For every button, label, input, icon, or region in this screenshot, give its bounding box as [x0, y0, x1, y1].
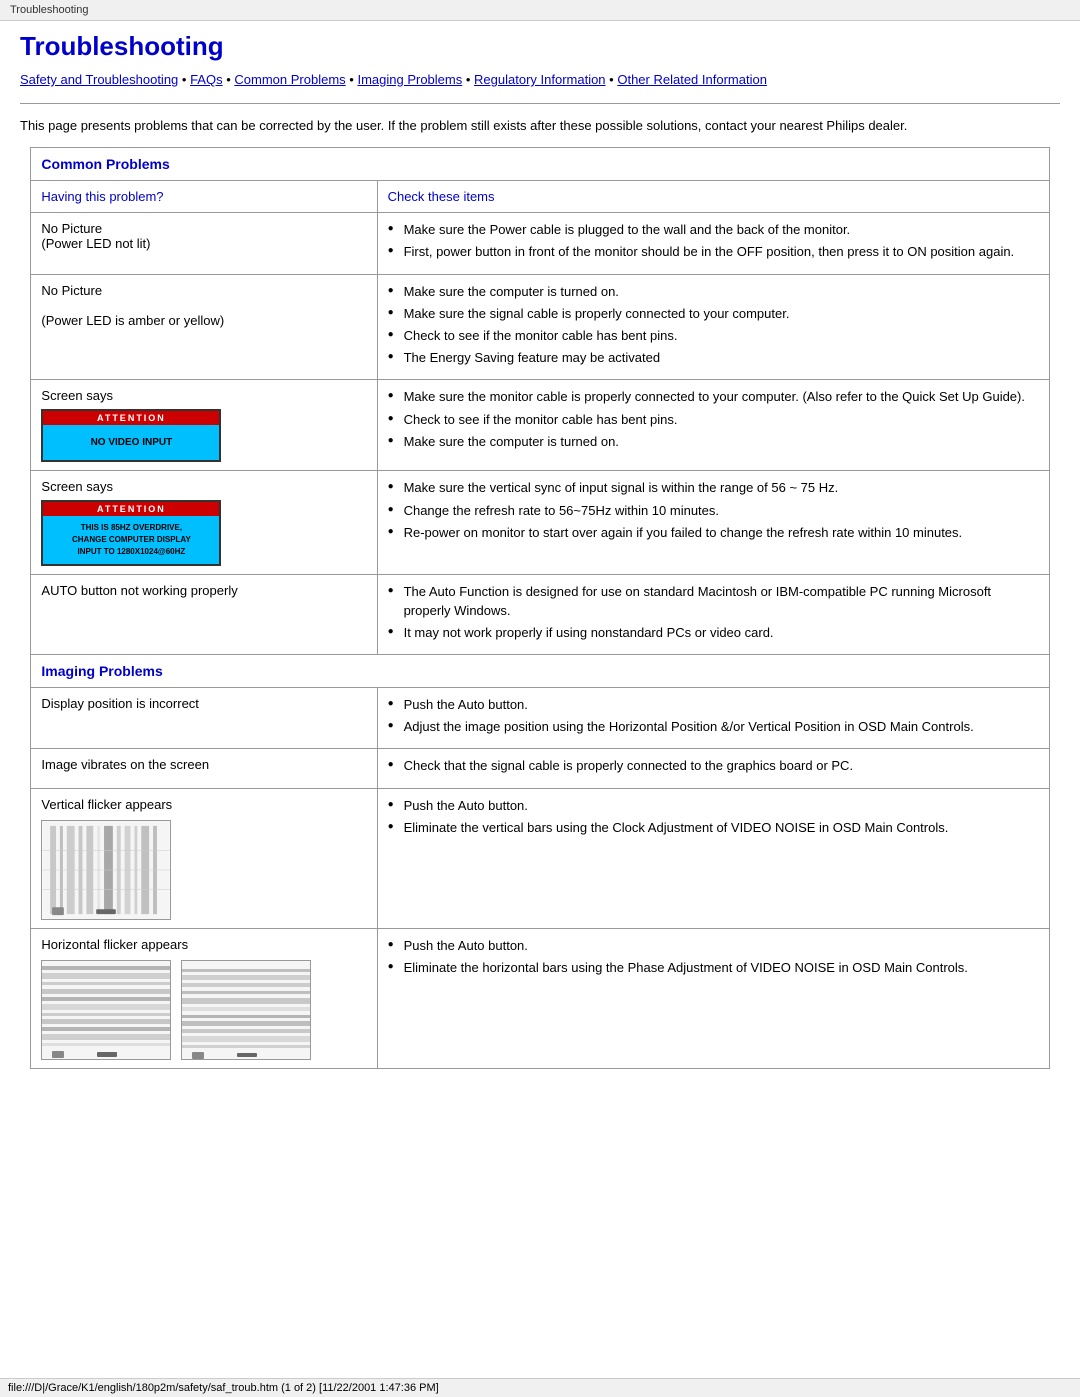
- check-list: Make sure the computer is turned on. Mak…: [388, 283, 1039, 368]
- problem-cell: No Picture(Power LED is amber or yellow): [31, 274, 377, 380]
- page-title: Troubleshooting: [20, 31, 1060, 62]
- problem-cell: Image vibrates on the screen: [31, 749, 377, 788]
- check-cell: Push the Auto button. Eliminate the hori…: [377, 928, 1049, 1068]
- list-item: Eliminate the horizontal bars using the …: [388, 959, 1039, 977]
- table-row: Display position is incorrect Push the A…: [31, 687, 1049, 748]
- check-cell: The Auto Function is designed for use on…: [377, 575, 1049, 655]
- table-row: AUTO button not working properly The Aut…: [31, 575, 1049, 655]
- breadcrumb-link-regulatory[interactable]: Regulatory Information: [474, 72, 606, 87]
- list-item: The Auto Function is designed for use on…: [388, 583, 1039, 619]
- check-cell: Make sure the computer is turned on. Mak…: [377, 274, 1049, 380]
- intro-text: This page presents problems that can be …: [20, 116, 1060, 136]
- problem-cell: Display position is incorrect: [31, 687, 377, 748]
- breadcrumb: Safety and Troubleshooting • FAQs • Comm…: [20, 70, 1060, 91]
- content-area: Troubleshooting Safety and Troubleshooti…: [0, 21, 1080, 1129]
- vertical-flicker-image: [41, 820, 171, 920]
- list-item: Make sure the monitor cable is properly …: [388, 388, 1039, 406]
- attention-header-overdrive: ATTENTION: [43, 502, 219, 516]
- attention-box-overdrive: ATTENTION THIS IS 85HZ OVERDRIVE,CHANGE …: [41, 500, 221, 566]
- check-list: Check that the signal cable is properly …: [388, 757, 1039, 775]
- table-row: Vertical flicker appears: [31, 788, 1049, 928]
- problem-title: Screen says: [41, 388, 113, 403]
- table-row: No Picture(Power LED not lit) Make sure …: [31, 213, 1049, 274]
- attention-body-overdrive: THIS IS 85HZ OVERDRIVE,CHANGE COMPUTER D…: [43, 516, 219, 564]
- divider: [20, 103, 1060, 104]
- problem-cell: Screen says ATTENTION THIS IS 85HZ OVERD…: [31, 471, 377, 575]
- horizontal-flicker-images: [41, 960, 366, 1060]
- list-item: Make sure the vertical sync of input sig…: [388, 479, 1039, 497]
- check-list: Make sure the monitor cable is properly …: [388, 388, 1039, 451]
- breadcrumb-link-safety[interactable]: Safety and Troubleshooting: [20, 72, 178, 87]
- breadcrumb-link-faqs[interactable]: FAQs: [190, 72, 223, 87]
- table-row: Screen says ATTENTION NO VIDEO INPUT Mak…: [31, 380, 1049, 471]
- breadcrumb-link-other[interactable]: Other Related Information: [617, 72, 767, 87]
- common-problems-header-cell: Common Problems: [31, 148, 1049, 181]
- check-list: Make sure the Power cable is plugged to …: [388, 221, 1039, 261]
- list-item: Check to see if the monitor cable has be…: [388, 327, 1039, 345]
- list-item: Eliminate the vertical bars using the Cl…: [388, 819, 1039, 837]
- breadcrumb-link-common[interactable]: Common Problems: [234, 72, 345, 87]
- check-list: Push the Auto button. Eliminate the hori…: [388, 937, 1039, 977]
- problem-cell: AUTO button not working properly: [31, 575, 377, 655]
- check-cell: Make sure the monitor cable is properly …: [377, 380, 1049, 471]
- problem-cell: Vertical flicker appears: [31, 788, 377, 928]
- problem-col-header: Having this problem?: [31, 181, 377, 213]
- imaging-problems-section-title: Imaging Problems: [41, 663, 162, 679]
- status-bar: file:///D|/Grace/K1/english/180p2m/safet…: [0, 1378, 1080, 1397]
- attention-box-no-video: ATTENTION NO VIDEO INPUT: [41, 409, 221, 462]
- list-item: Push the Auto button.: [388, 937, 1039, 955]
- problem-title: Screen says: [41, 479, 113, 494]
- check-list: Push the Auto button. Adjust the image p…: [388, 696, 1039, 736]
- problem-cell: Horizontal flicker appears: [31, 928, 377, 1068]
- check-cell: Make sure the vertical sync of input sig…: [377, 471, 1049, 575]
- list-item: Push the Auto button.: [388, 696, 1039, 714]
- list-item: Re-power on monitor to start over again …: [388, 524, 1039, 542]
- check-cell: Make sure the Power cable is plugged to …: [377, 213, 1049, 274]
- list-item: Make sure the computer is turned on.: [388, 433, 1039, 451]
- check-col-header: Check these items: [377, 181, 1049, 213]
- browser-tab: Troubleshooting: [0, 0, 1080, 21]
- attention-header: ATTENTION: [43, 411, 219, 425]
- table-row: No Picture(Power LED is amber or yellow)…: [31, 274, 1049, 380]
- status-bar-text: file:///D|/Grace/K1/english/180p2m/safet…: [8, 1382, 439, 1394]
- list-item: Check that the signal cable is properly …: [388, 757, 1039, 775]
- list-item: Adjust the image position using the Hori…: [388, 718, 1039, 736]
- horiz-flicker-img-2: [181, 960, 311, 1060]
- check-list: Push the Auto button. Eliminate the vert…: [388, 797, 1039, 837]
- horiz-flicker-img-1: [41, 960, 171, 1060]
- check-cell: Push the Auto button. Adjust the image p…: [377, 687, 1049, 748]
- common-problems-header-row: Common Problems: [31, 148, 1049, 181]
- list-item: Push the Auto button.: [388, 797, 1039, 815]
- check-cell: Push the Auto button. Eliminate the vert…: [377, 788, 1049, 928]
- table-row: Screen says ATTENTION THIS IS 85HZ OVERD…: [31, 471, 1049, 575]
- breadcrumb-link-imaging[interactable]: Imaging Problems: [357, 72, 462, 87]
- imaging-problems-header-row: Imaging Problems: [31, 654, 1049, 687]
- check-cell: Check that the signal cable is properly …: [377, 749, 1049, 788]
- check-list: The Auto Function is designed for use on…: [388, 583, 1039, 642]
- list-item: First, power button in front of the moni…: [388, 243, 1039, 261]
- attention-body: NO VIDEO INPUT: [43, 425, 219, 460]
- list-item: Make sure the Power cable is plugged to …: [388, 221, 1039, 239]
- list-item: Check to see if the monitor cable has be…: [388, 411, 1039, 429]
- column-headers-row: Having this problem? Check these items: [31, 181, 1049, 213]
- problem-cell: No Picture(Power LED not lit): [31, 213, 377, 274]
- problem-cell: Screen says ATTENTION NO VIDEO INPUT: [31, 380, 377, 471]
- check-list: Make sure the vertical sync of input sig…: [388, 479, 1039, 542]
- table-row: Horizontal flicker appears: [31, 928, 1049, 1068]
- table-row: Image vibrates on the screen Check that …: [31, 749, 1049, 788]
- list-item: The Energy Saving feature may be activat…: [388, 349, 1039, 367]
- imaging-problems-header-cell: Imaging Problems: [31, 654, 1049, 687]
- problem-label-horizontal-flicker: Horizontal flicker appears: [41, 937, 188, 952]
- problem-label-vertical-flicker: Vertical flicker appears: [41, 797, 172, 812]
- list-item: Make sure the signal cable is properly c…: [388, 305, 1039, 323]
- list-item: It may not work properly if using nonsta…: [388, 624, 1039, 642]
- common-problems-section-title: Common Problems: [41, 156, 169, 172]
- list-item: Change the refresh rate to 56~75Hz withi…: [388, 502, 1039, 520]
- main-table: Common Problems Having this problem? Che…: [30, 147, 1049, 1068]
- list-item: Make sure the computer is turned on.: [388, 283, 1039, 301]
